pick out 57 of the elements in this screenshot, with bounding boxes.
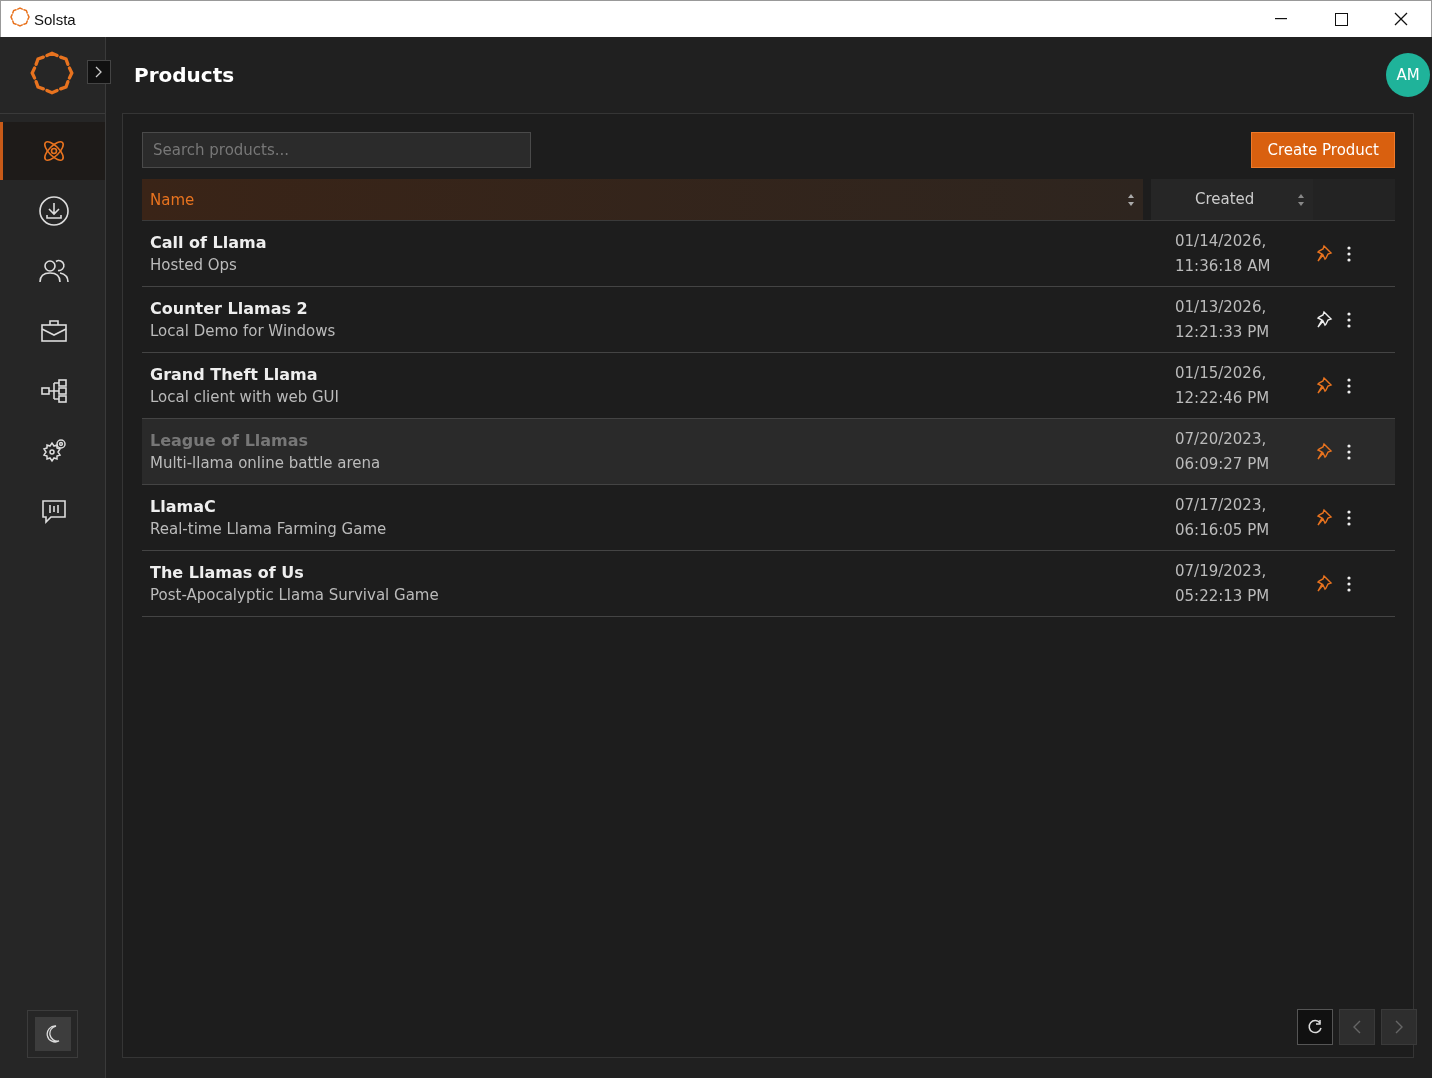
page-title: Products (134, 63, 235, 87)
theme-toggle-button[interactable] (27, 1010, 78, 1058)
close-icon (1394, 12, 1408, 26)
expand-sidebar-button[interactable] (87, 60, 111, 84)
product-row[interactable]: Call of Llama Hosted Ops 01/14/2026, 11:36:18 AM (142, 221, 1395, 287)
app-logo-icon (10, 7, 30, 27)
hierarchy-icon (40, 378, 68, 404)
refresh-button[interactable] (1297, 1009, 1333, 1045)
created-column-header[interactable]: Created (1151, 179, 1313, 220)
more-options-icon[interactable] (1347, 311, 1351, 328)
feedback-icon (40, 497, 68, 525)
product-description: Hosted Ops (150, 256, 238, 274)
more-options-icon[interactable] (1347, 245, 1351, 262)
refresh-icon (1307, 1019, 1323, 1035)
sort-icon (1127, 192, 1135, 207)
created-date: 07/19/2023, 05:22:13 PM (1175, 560, 1271, 607)
product-row[interactable]: Counter Llamas 2 Local Demo for Windows 01/13/2026, 12:21:33 PM (142, 287, 1395, 353)
product-name: Call of Llama (150, 233, 268, 252)
created-date: 07/17/2023, 06:16:05 PM (1175, 494, 1271, 541)
product-description: Post-Apocalyptic Llama Survival Game (150, 586, 440, 604)
product-description: Local Demo for Windows (150, 322, 337, 340)
download-icon (38, 195, 70, 227)
users-icon (38, 259, 70, 283)
product-row[interactable]: LlamaC Real-time Llama Farming Game 07/17/2023, 06:16:05 PM (142, 485, 1395, 551)
name-column-header[interactable]: Name (142, 179, 1143, 220)
minimize-icon (1275, 18, 1287, 20)
chevron-left-icon (1353, 1020, 1361, 1034)
product-name: Grand Theft Llama (150, 365, 319, 384)
created-date: 01/13/2026, 12:21:33 PM (1175, 296, 1271, 343)
product-name: The Llamas of Us (150, 563, 305, 582)
product-name: League of Llamas (150, 431, 310, 450)
product-name: Counter Llamas 2 (150, 299, 309, 318)
more-options-icon[interactable] (1347, 377, 1351, 394)
create-product-button[interactable]: Create Product (1251, 132, 1395, 168)
chevron-right-icon (95, 66, 103, 78)
product-description: Real-time Llama Farming Game (150, 520, 388, 538)
search-field[interactable]: Search products... (142, 132, 531, 168)
product-row[interactable]: League of Llamas Multi-llama online battle arena 07/20/2023, 06:09:27 PM (142, 419, 1395, 485)
sidebar-item[interactable] (0, 122, 105, 180)
created-date: 01/14/2026, 11:36:18 AM (1175, 230, 1272, 277)
window-title: Solsta (34, 10, 77, 28)
chevron-right-icon (1395, 1020, 1403, 1034)
more-options-icon[interactable] (1347, 575, 1351, 592)
logo-icon (30, 51, 74, 95)
product-description: Local client with web GUI (150, 388, 341, 406)
product-description: Multi-llama online battle arena (150, 454, 382, 472)
moon-icon (45, 1025, 60, 1043)
created-date: 01/15/2026, 12:22:46 PM (1175, 362, 1271, 409)
product-row[interactable]: The Llamas of Us Post-Apocalyptic Llama Survival Game 07/19/2023, 05:22:13 PM (142, 551, 1395, 617)
briefcase-icon (40, 319, 68, 343)
more-options-icon[interactable] (1347, 509, 1351, 526)
product-name: LlamaC (150, 497, 217, 516)
sort-icon (1297, 192, 1305, 207)
maximize-icon (1334, 12, 1348, 26)
pin-button[interactable] (1315, 309, 1333, 330)
created-date: 07/20/2023, 06:09:27 PM (1175, 428, 1271, 475)
more-options-icon[interactable] (1347, 443, 1351, 460)
